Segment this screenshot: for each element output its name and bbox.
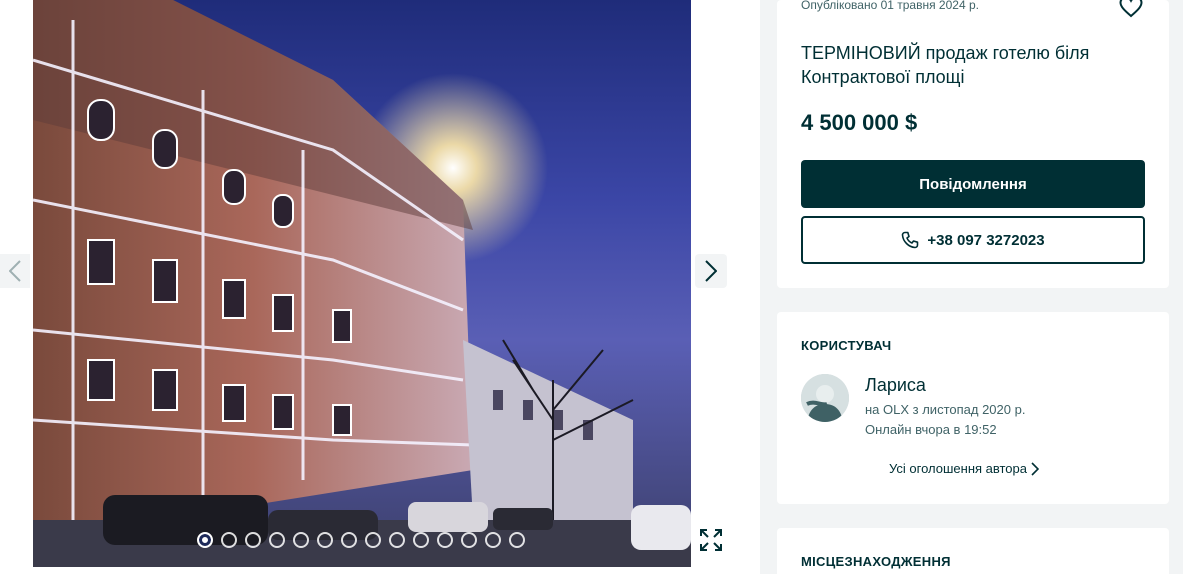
listing-title: ТЕРМІНОВИЙ продаж готелю біля Контрактов… xyxy=(801,43,1090,87)
photo-pagination xyxy=(197,532,525,548)
pagination-dot[interactable] xyxy=(365,532,381,548)
phone-icon xyxy=(902,231,919,249)
seller-name[interactable]: Лариса xyxy=(865,375,926,396)
message-button[interactable]: Повідомлення xyxy=(801,160,1145,208)
pagination-dot[interactable] xyxy=(509,532,525,548)
heart-icon xyxy=(1119,0,1143,18)
seller-card: КОРИСТУВАЧ Лариса на OLX з листопад 2020… xyxy=(777,312,1169,504)
pagination-dot[interactable] xyxy=(197,532,213,548)
photo-gallery xyxy=(0,0,760,574)
message-button-label: Повідомлення xyxy=(919,175,1027,193)
user-avatar-icon xyxy=(801,374,849,422)
listing-price: 4 500 000 $ xyxy=(801,110,918,135)
pagination-dot[interactable] xyxy=(269,532,285,548)
pagination-dot[interactable] xyxy=(389,532,405,548)
pagination-dot[interactable] xyxy=(221,532,237,548)
pagination-dot[interactable] xyxy=(461,532,477,548)
seller-heading: КОРИСТУВАЧ xyxy=(801,338,892,353)
location-heading: МІСЦЕЗНАХОДЖЕННЯ xyxy=(801,554,951,569)
pagination-dot[interactable] xyxy=(293,532,309,548)
seller-last-online: Онлайн вчора в 19:52 xyxy=(865,422,997,437)
pagination-dot[interactable] xyxy=(317,532,333,548)
next-photo-button[interactable] xyxy=(695,254,727,288)
pagination-dot[interactable] xyxy=(485,532,501,548)
hotel-facade-illustration xyxy=(33,0,691,567)
previous-photo-button[interactable] xyxy=(0,254,30,288)
expand-icon xyxy=(700,529,722,551)
listing-photo[interactable] xyxy=(33,0,691,567)
chevron-right-icon xyxy=(1031,461,1039,476)
seller-member-since: на OLX з листопад 2020 р. xyxy=(865,402,1026,417)
show-phone-button[interactable]: +38 097 3272023 xyxy=(801,216,1145,264)
add-to-favorites-button[interactable] xyxy=(1119,0,1143,23)
published-date: Опубліковано 01 травня 2024 р. xyxy=(801,0,979,12)
location-card: МІСЦЕЗНАХОДЖЕННЯ xyxy=(777,528,1169,574)
pagination-dot[interactable] xyxy=(413,532,429,548)
fullscreen-button[interactable] xyxy=(695,524,727,556)
listing-card: Опубліковано 01 травня 2024 р. ТЕРМІНОВИ… xyxy=(777,0,1169,288)
pagination-dot[interactable] xyxy=(437,532,453,548)
pagination-dot[interactable] xyxy=(245,532,261,548)
all-seller-ads-label: Усі оголошення автора xyxy=(889,461,1027,476)
all-seller-ads-link[interactable]: Усі оголошення автора xyxy=(889,461,1039,476)
chevron-right-icon xyxy=(705,260,717,282)
avatar[interactable] xyxy=(801,374,849,422)
pagination-dot[interactable] xyxy=(341,532,357,548)
chevron-left-icon xyxy=(9,260,21,282)
phone-number: +38 097 3272023 xyxy=(927,231,1045,249)
